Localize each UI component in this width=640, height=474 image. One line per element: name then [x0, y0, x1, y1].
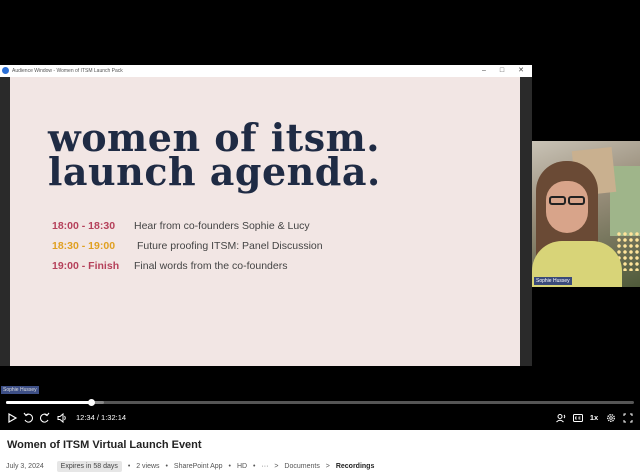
agenda-description: Hear from co-founders Sophie & Lucy	[134, 220, 310, 232]
presentation-slide: women of itsm. launch agenda. 18:00 - 18…	[10, 77, 520, 366]
playback-speed-button[interactable]: 1x	[588, 411, 600, 425]
volume-icon[interactable]	[56, 411, 68, 425]
breadcrumb-documents[interactable]: Documents	[284, 463, 319, 470]
slide-heading: women of itsm. launch agenda.	[48, 119, 381, 194]
expiration-badge[interactable]: Expires in 58 days	[56, 461, 122, 472]
window-titlebar: Audience Window - Women of ITSM Launch P…	[0, 65, 532, 77]
quality-label: HD	[236, 463, 248, 470]
view-count: 2 views	[136, 463, 160, 470]
participant-video: Sophie Hussey	[532, 141, 640, 287]
agenda-description: Final words from the co-founders	[134, 260, 288, 272]
progress-fill	[6, 401, 92, 404]
duration: 1:32:14	[101, 413, 127, 422]
rewind-icon[interactable]	[22, 411, 34, 425]
agenda-time: 18:00 - 18:30	[52, 220, 116, 232]
speaker-tooltip: Sophie Hussey	[1, 386, 39, 394]
seek-thumb[interactable]	[87, 399, 95, 406]
video-metadata: July 3, 2024 Expires in 58 days • 2 view…	[6, 461, 375, 472]
chevron-right-icon: >	[274, 463, 279, 470]
speaker-coach-icon[interactable]	[555, 411, 567, 425]
settings-icon[interactable]	[605, 411, 617, 425]
slide-heading-line2: launch agenda.	[48, 149, 381, 194]
video-title: Women of ITSM Virtual Launch Event	[7, 439, 202, 451]
maximize-icon[interactable]: □	[496, 66, 508, 76]
agenda-time: 19:00 - Finish	[52, 260, 120, 272]
window-title: Audience Window - Women of ITSM Launch P…	[12, 68, 123, 74]
agenda-description: Future proofing ITSM: Panel Discussion	[137, 240, 323, 252]
fullscreen-icon[interactable]	[622, 411, 634, 425]
audience-window: Audience Window - Women of ITSM Launch P…	[0, 65, 532, 366]
app-icon	[2, 67, 9, 74]
captions-icon[interactable]	[572, 411, 584, 425]
play-icon[interactable]	[6, 411, 18, 425]
minimize-icon[interactable]: –	[478, 66, 490, 76]
agenda-item: 18:30 - 19:00 Future proofing ITSM: Panel…	[52, 240, 323, 252]
forward-icon[interactable]	[39, 411, 51, 425]
current-time: 12:34	[76, 413, 95, 422]
video-player[interactable]: Audience Window - Women of ITSM Launch P…	[0, 0, 640, 430]
breadcrumb-recordings[interactable]: Recordings	[336, 463, 375, 470]
participant-name: Sophie Hussey	[534, 277, 572, 285]
close-icon[interactable]: ✕	[515, 66, 527, 76]
agenda-item: 19:00 - Finish Final words from the co-fo…	[52, 260, 287, 272]
agenda-time: 18:30 - 19:00	[52, 240, 116, 252]
chevron-right-icon: >	[325, 463, 330, 470]
more-button[interactable]: ···	[261, 463, 268, 470]
app-name: SharePoint App	[173, 463, 223, 470]
timecode: 12:34 / 1:32:14	[76, 413, 127, 422]
slide-area: women of itsm. launch agenda. 18:00 - 18…	[0, 77, 532, 366]
agenda-item: 18:00 - 18:30 Hear from co-founders Sophi…	[52, 220, 310, 232]
seek-bar[interactable]	[6, 399, 634, 406]
video-date: July 3, 2024	[6, 463, 44, 470]
